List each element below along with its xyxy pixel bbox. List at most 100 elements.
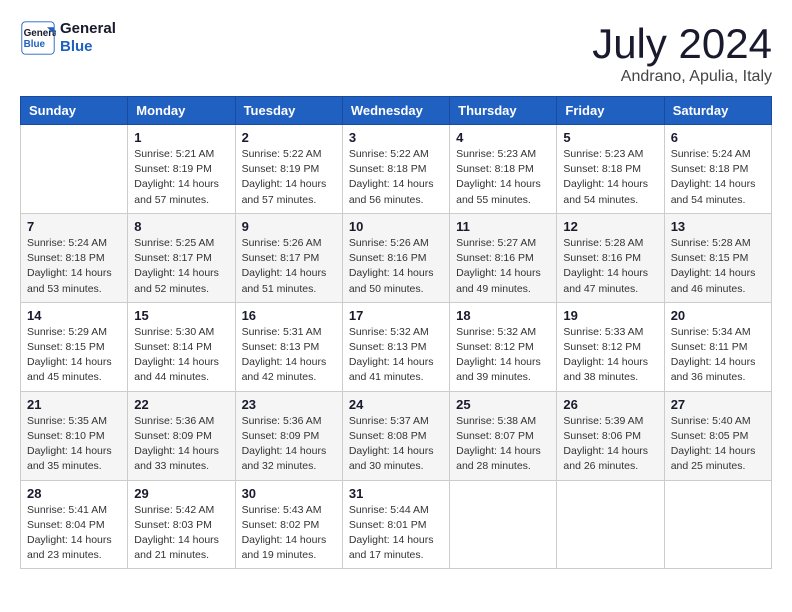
day-number: 26 xyxy=(563,397,657,412)
day-number: 12 xyxy=(563,219,657,234)
day-info: Sunrise: 5:36 AM Sunset: 8:09 PM Dayligh… xyxy=(242,414,336,475)
day-number: 17 xyxy=(349,308,443,323)
calendar-cell: 6Sunrise: 5:24 AM Sunset: 8:18 PM Daylig… xyxy=(664,125,771,214)
day-number: 3 xyxy=(349,130,443,145)
day-info: Sunrise: 5:22 AM Sunset: 8:19 PM Dayligh… xyxy=(242,147,336,208)
calendar-cell: 30Sunrise: 5:43 AM Sunset: 8:02 PM Dayli… xyxy=(235,480,342,569)
day-info: Sunrise: 5:36 AM Sunset: 8:09 PM Dayligh… xyxy=(134,414,228,475)
day-info: Sunrise: 5:28 AM Sunset: 8:16 PM Dayligh… xyxy=(563,236,657,297)
header-tuesday: Tuesday xyxy=(235,97,342,125)
day-info: Sunrise: 5:26 AM Sunset: 8:16 PM Dayligh… xyxy=(349,236,443,297)
day-info: Sunrise: 5:41 AM Sunset: 8:04 PM Dayligh… xyxy=(27,503,121,564)
day-info: Sunrise: 5:31 AM Sunset: 8:13 PM Dayligh… xyxy=(242,325,336,386)
day-info: Sunrise: 5:25 AM Sunset: 8:17 PM Dayligh… xyxy=(134,236,228,297)
day-number: 25 xyxy=(456,397,550,412)
calendar-cell: 13 Sunrise: 5:28 AM Sunset: 8:15 PM Dayli… xyxy=(664,213,771,302)
calendar-cell: 16Sunrise: 5:31 AM Sunset: 8:13 PM Dayli… xyxy=(235,302,342,391)
day-number: 27 xyxy=(671,397,765,412)
calendar-cell: 23 Sunrise: 5:36 AM Sunset: 8:09 PM Dayli… xyxy=(235,391,342,480)
day-number: 15 xyxy=(134,308,228,323)
calendar-cell: 29 Sunrise: 5:42 AM Sunset: 8:03 PM Dayli… xyxy=(128,480,235,569)
day-info: Sunrise: 5:39 AM Sunset: 8:06 PM Dayligh… xyxy=(563,414,657,475)
calendar-cell: 5 Sunrise: 5:23 AM Sunset: 8:18 PM Daylig… xyxy=(557,125,664,214)
header-monday: Monday xyxy=(128,97,235,125)
calendar-cell: 17 Sunrise: 5:32 AM Sunset: 8:13 PM Dayli… xyxy=(342,302,449,391)
calendar-cell: 4Sunrise: 5:23 AM Sunset: 8:18 PM Daylig… xyxy=(450,125,557,214)
calendar-cell: 28 Sunrise: 5:41 AM Sunset: 8:04 PM Dayli… xyxy=(21,480,128,569)
day-info: Sunrise: 5:42 AM Sunset: 8:03 PM Dayligh… xyxy=(134,503,228,564)
day-number: 9 xyxy=(242,219,336,234)
day-number: 28 xyxy=(27,486,121,501)
week-row-4: 21 Sunrise: 5:35 AM Sunset: 8:10 PM Dayli… xyxy=(21,391,772,480)
calendar-cell: 19 Sunrise: 5:33 AM Sunset: 8:12 PM Dayli… xyxy=(557,302,664,391)
day-number: 13 xyxy=(671,219,765,234)
calendar-header-row: SundayMondayTuesdayWednesdayThursdayFrid… xyxy=(21,97,772,125)
day-number: 20 xyxy=(671,308,765,323)
calendar-cell: 2 Sunrise: 5:22 AM Sunset: 8:19 PM Daylig… xyxy=(235,125,342,214)
calendar-cell: 3Sunrise: 5:22 AM Sunset: 8:18 PM Daylig… xyxy=(342,125,449,214)
calendar-cell: 18 Sunrise: 5:32 AM Sunset: 8:12 PM Dayli… xyxy=(450,302,557,391)
day-number: 1 xyxy=(134,130,228,145)
month-year-title: July 2024 xyxy=(592,20,772,68)
day-info: Sunrise: 5:28 AM Sunset: 8:15 PM Dayligh… xyxy=(671,236,765,297)
week-row-3: 14 Sunrise: 5:29 AM Sunset: 8:15 PM Dayli… xyxy=(21,302,772,391)
svg-text:Blue: Blue xyxy=(24,39,46,50)
day-number: 31 xyxy=(349,486,443,501)
logo-text-line2: Blue xyxy=(60,38,116,56)
day-info: Sunrise: 5:44 AM Sunset: 8:01 PM Dayligh… xyxy=(349,503,443,564)
calendar-cell: 8 Sunrise: 5:25 AM Sunset: 8:17 PM Daylig… xyxy=(128,213,235,302)
day-info: Sunrise: 5:40 AM Sunset: 8:05 PM Dayligh… xyxy=(671,414,765,475)
header-friday: Friday xyxy=(557,97,664,125)
day-number: 21 xyxy=(27,397,121,412)
calendar-cell: 22 Sunrise: 5:36 AM Sunset: 8:09 PM Dayli… xyxy=(128,391,235,480)
location-title: Andrano, Apulia, Italy xyxy=(592,68,772,86)
day-info: Sunrise: 5:34 AM Sunset: 8:11 PM Dayligh… xyxy=(671,325,765,386)
day-number: 11 xyxy=(456,219,550,234)
header-sunday: Sunday xyxy=(21,97,128,125)
day-info: Sunrise: 5:32 AM Sunset: 8:12 PM Dayligh… xyxy=(456,325,550,386)
calendar-cell xyxy=(450,480,557,569)
calendar-cell: 24Sunrise: 5:37 AM Sunset: 8:08 PM Dayli… xyxy=(342,391,449,480)
day-number: 8 xyxy=(134,219,228,234)
day-number: 22 xyxy=(134,397,228,412)
day-info: Sunrise: 5:37 AM Sunset: 8:08 PM Dayligh… xyxy=(349,414,443,475)
day-info: Sunrise: 5:26 AM Sunset: 8:17 PM Dayligh… xyxy=(242,236,336,297)
day-number: 5 xyxy=(563,130,657,145)
day-info: Sunrise: 5:29 AM Sunset: 8:15 PM Dayligh… xyxy=(27,325,121,386)
week-row-2: 7 Sunrise: 5:24 AM Sunset: 8:18 PM Daylig… xyxy=(21,213,772,302)
week-row-5: 28 Sunrise: 5:41 AM Sunset: 8:04 PM Dayli… xyxy=(21,480,772,569)
calendar-cell xyxy=(21,125,128,214)
day-number: 23 xyxy=(242,397,336,412)
calendar-cell xyxy=(664,480,771,569)
day-info: Sunrise: 5:24 AM Sunset: 8:18 PM Dayligh… xyxy=(27,236,121,297)
calendar-cell: 9 Sunrise: 5:26 AM Sunset: 8:17 PM Daylig… xyxy=(235,213,342,302)
logo-text-line1: General xyxy=(60,20,116,38)
day-info: Sunrise: 5:33 AM Sunset: 8:12 PM Dayligh… xyxy=(563,325,657,386)
calendar-cell: 15 Sunrise: 5:30 AM Sunset: 8:14 PM Dayli… xyxy=(128,302,235,391)
day-info: Sunrise: 5:24 AM Sunset: 8:18 PM Dayligh… xyxy=(671,147,765,208)
day-info: Sunrise: 5:21 AM Sunset: 8:19 PM Dayligh… xyxy=(134,147,228,208)
day-number: 14 xyxy=(27,308,121,323)
day-info: Sunrise: 5:30 AM Sunset: 8:14 PM Dayligh… xyxy=(134,325,228,386)
calendar-cell: 25Sunrise: 5:38 AM Sunset: 8:07 PM Dayli… xyxy=(450,391,557,480)
calendar-cell: 10Sunrise: 5:26 AM Sunset: 8:16 PM Dayli… xyxy=(342,213,449,302)
day-number: 2 xyxy=(242,130,336,145)
calendar-cell xyxy=(557,480,664,569)
day-number: 30 xyxy=(242,486,336,501)
day-number: 19 xyxy=(563,308,657,323)
day-info: Sunrise: 5:32 AM Sunset: 8:13 PM Dayligh… xyxy=(349,325,443,386)
title-block: July 2024 Andrano, Apulia, Italy xyxy=(592,20,772,86)
day-number: 7 xyxy=(27,219,121,234)
day-number: 18 xyxy=(456,308,550,323)
day-info: Sunrise: 5:23 AM Sunset: 8:18 PM Dayligh… xyxy=(563,147,657,208)
calendar-cell: 1 Sunrise: 5:21 AM Sunset: 8:19 PM Daylig… xyxy=(128,125,235,214)
day-info: Sunrise: 5:35 AM Sunset: 8:10 PM Dayligh… xyxy=(27,414,121,475)
page-header: General Blue General Blue July 2024 Andr… xyxy=(20,20,772,86)
calendar-cell: 7 Sunrise: 5:24 AM Sunset: 8:18 PM Daylig… xyxy=(21,213,128,302)
header-saturday: Saturday xyxy=(664,97,771,125)
day-number: 29 xyxy=(134,486,228,501)
header-thursday: Thursday xyxy=(450,97,557,125)
day-info: Sunrise: 5:27 AM Sunset: 8:16 PM Dayligh… xyxy=(456,236,550,297)
header-wednesday: Wednesday xyxy=(342,97,449,125)
calendar-cell: 11 Sunrise: 5:27 AM Sunset: 8:16 PM Dayli… xyxy=(450,213,557,302)
